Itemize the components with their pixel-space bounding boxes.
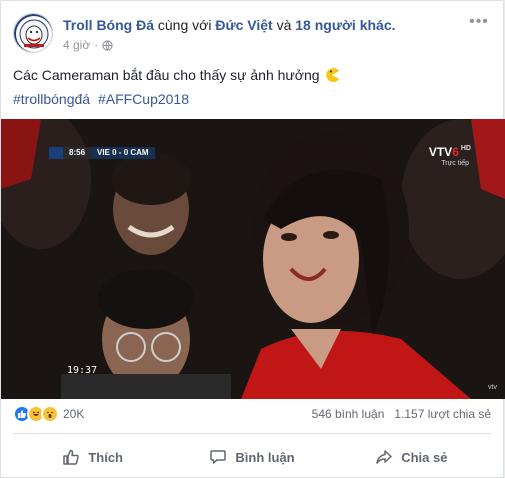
channel-name: VTV <box>428 145 453 159</box>
live-label: Trực tiếp <box>441 160 469 167</box>
match-score: VIE 0 - 0 CAM <box>91 147 155 159</box>
engagement-counts: 546 bình luận 1.157 lượt chia sẻ <box>312 407 491 421</box>
post-caption: Các Cameraman bắt đầu cho thấy sự ảnh hư… <box>13 67 340 83</box>
broadcast-watermark: vtv <box>488 384 497 391</box>
tagged-person-link[interactable]: Đức Việt <box>215 17 272 33</box>
broadcast-clock: 19:37 <box>67 365 98 376</box>
speech-bubble-icon <box>210 450 227 464</box>
comment-button[interactable]: Bình luận <box>172 441 331 473</box>
post-meta: 4 giờ · <box>63 38 113 52</box>
scoreboard-overlay: 8:56 VIE 0 - 0 CAM <box>49 147 155 159</box>
page-avatar[interactable] <box>13 13 53 53</box>
post-header: Troll Bóng Đá cùng với Đức Việt và 18 ng… <box>13 13 491 57</box>
post-actions: Thích Bình luận Chia sẻ <box>13 441 491 473</box>
globe-icon[interactable] <box>102 39 113 51</box>
share-button[interactable]: Chia sẻ <box>332 441 491 473</box>
comments-count-link[interactable]: 546 bình luận <box>312 407 385 421</box>
like-label: Thích <box>88 449 123 465</box>
thumbs-up-icon <box>63 449 80 465</box>
pacman-emoji-icon <box>325 68 339 82</box>
channel-number: 6 <box>452 145 459 159</box>
share-label: Chia sẻ <box>401 449 448 465</box>
caption-text: Các Cameraman bắt đầu cho thấy sự ảnh hư… <box>13 67 320 83</box>
wow-reaction-icon <box>41 405 59 423</box>
video-player[interactable]: 8:56 VIE 0 - 0 CAM VTV6 HD Trực tiếp 19:3… <box>1 119 505 399</box>
troll-logo-icon <box>14 14 52 52</box>
feed-post: Troll Bóng Đá cùng với Đức Việt và 18 ng… <box>0 0 505 478</box>
and-text: và <box>276 17 292 33</box>
meta-separator: · <box>94 38 99 52</box>
hashtags: #trollbóngđá #AFFCup2018 <box>13 91 193 107</box>
page-name-link[interactable]: Troll Bóng Đá <box>63 17 154 33</box>
hd-badge: HD <box>460 145 471 152</box>
video-frame <box>1 119 505 399</box>
shares-count-link[interactable]: 1.157 lượt chia sẻ <box>394 407 491 421</box>
others-link[interactable]: 18 người khác. <box>295 17 395 33</box>
reactions-summary[interactable]: 20K <box>13 405 84 423</box>
hashtag-link[interactable]: #AFFCup2018 <box>98 91 189 107</box>
channel-logo: VTV6 HD <box>429 145 471 159</box>
like-button[interactable]: Thích <box>13 441 172 473</box>
author-line: Troll Bóng Đá cùng với Đức Việt và 18 ng… <box>63 17 396 33</box>
with-text: cùng với <box>157 17 212 33</box>
share-arrow-icon <box>376 450 392 464</box>
post-stats: 20K 546 bình luận 1.157 lượt chia sẻ <box>13 405 491 425</box>
actions-divider <box>13 433 491 434</box>
match-time: 8:56 <box>63 147 92 159</box>
ellipsis-icon[interactable]: ••• <box>469 14 489 31</box>
reaction-count[interactable]: 20K <box>63 407 84 421</box>
comment-label: Bình luận <box>235 449 295 465</box>
post-time-link[interactable]: 4 giờ <box>63 38 90 52</box>
league-logo-icon <box>49 147 63 159</box>
hashtag-link[interactable]: #trollbóngđá <box>13 91 90 107</box>
